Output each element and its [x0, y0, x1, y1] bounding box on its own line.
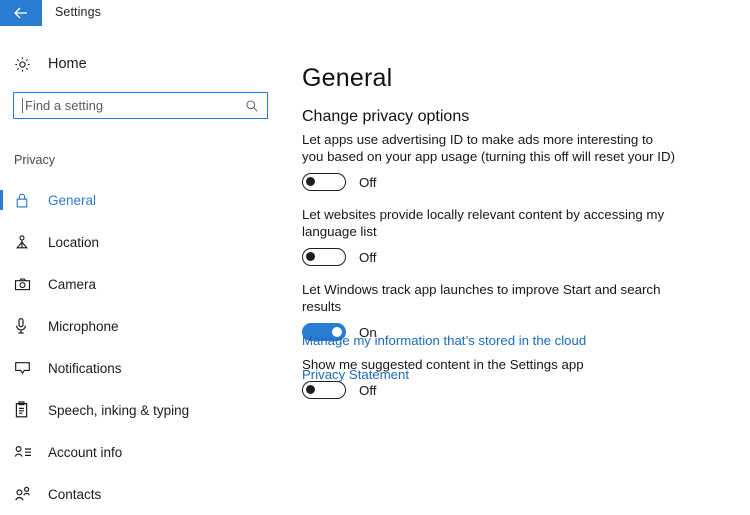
account-info-icon — [14, 445, 36, 459]
sidebar-item-account-info[interactable]: Account info — [0, 431, 290, 473]
toggle-knob — [306, 252, 315, 261]
sidebar-item-notifications[interactable]: Notifications — [0, 347, 290, 389]
main-content: General Change privacy options Let apps … — [302, 27, 750, 511]
sidebar-item-microphone-label: Microphone — [48, 318, 119, 334]
link-manage-cloud-information[interactable]: Manage my information that’s stored in t… — [302, 333, 586, 348]
section-title: Change privacy options — [302, 108, 470, 126]
sidebar-item-location[interactable]: Location — [0, 221, 290, 263]
setting-language-list: Let websites provide locally relevant co… — [302, 206, 722, 267]
sidebar-item-home-label: Home — [48, 56, 87, 72]
setting-advertising-id: Let apps use advertising ID to make ads … — [302, 131, 722, 192]
selection-indicator — [0, 442, 3, 462]
camera-icon — [14, 276, 36, 293]
back-button[interactable] — [0, 0, 42, 26]
sidebar-item-camera-label: Camera — [48, 276, 97, 292]
sidebar-item-contacts[interactable]: Contacts — [0, 473, 290, 515]
sidebar-item-microphone[interactable]: Microphone — [0, 305, 290, 347]
sidebar-item-general-label: General — [48, 192, 97, 208]
sidebar-item-general[interactable]: General — [0, 179, 290, 221]
link-privacy-statement[interactable]: Privacy Statement — [302, 367, 586, 382]
gear-icon — [14, 56, 38, 73]
sidebar-item-notifications-label: Notifications — [48, 360, 122, 376]
search-icon[interactable] — [245, 99, 259, 113]
selection-indicator — [0, 400, 3, 420]
selection-indicator — [0, 358, 3, 378]
page-title: General — [302, 63, 393, 92]
notification-icon — [14, 360, 36, 376]
app-title: Settings — [55, 5, 101, 19]
selection-indicator — [0, 316, 3, 336]
text-caret — [22, 98, 23, 113]
toggle-state-label: Off — [359, 174, 377, 190]
clipboard-icon — [14, 401, 36, 419]
title-bar: Settings — [0, 0, 750, 27]
sidebar-item-speech-inking-typing-label: Speech, inking & typing — [48, 402, 190, 418]
sidebar-nav: General Location Camera Microphone Notif… — [0, 179, 290, 515]
location-icon — [14, 234, 36, 251]
toggle-language-list[interactable] — [302, 248, 346, 266]
selection-indicator — [0, 232, 3, 252]
setting-label: Let websites provide locally relevant co… — [302, 207, 665, 239]
selection-indicator — [0, 274, 3, 294]
microphone-icon — [14, 317, 36, 335]
sidebar-item-camera[interactable]: Camera — [0, 263, 290, 305]
setting-label: Let Windows track app launches to improv… — [302, 282, 661, 314]
sidebar-group-title: Privacy — [14, 153, 55, 167]
toggle-state-label: Off — [359, 249, 377, 265]
contacts-icon — [14, 486, 36, 502]
sidebar-item-contacts-label: Contacts — [48, 486, 102, 502]
toggle-advertising-id[interactable] — [302, 173, 346, 191]
sidebar-item-home[interactable]: Home — [0, 49, 290, 79]
setting-label: Let apps use advertising ID to make ads … — [302, 132, 676, 164]
lock-icon — [14, 192, 36, 209]
toggle-row: Off — [302, 247, 722, 267]
sidebar-item-account-info-label: Account info — [48, 444, 123, 460]
sidebar-item-speech-inking-typing[interactable]: Speech, inking & typing — [0, 389, 290, 431]
sidebar: Home Find a setting Privacy General Loca… — [0, 27, 290, 511]
arrow-left-icon — [13, 6, 29, 20]
sidebar-item-location-label: Location — [48, 234, 100, 250]
selection-indicator — [0, 484, 3, 504]
search-placeholder: Find a setting — [25, 98, 104, 113]
links-section: Manage my information that’s stored in t… — [302, 333, 586, 401]
search-input[interactable]: Find a setting — [13, 92, 268, 119]
toggle-row: Off — [302, 172, 722, 192]
selection-indicator — [0, 190, 3, 210]
toggle-knob — [306, 177, 315, 186]
